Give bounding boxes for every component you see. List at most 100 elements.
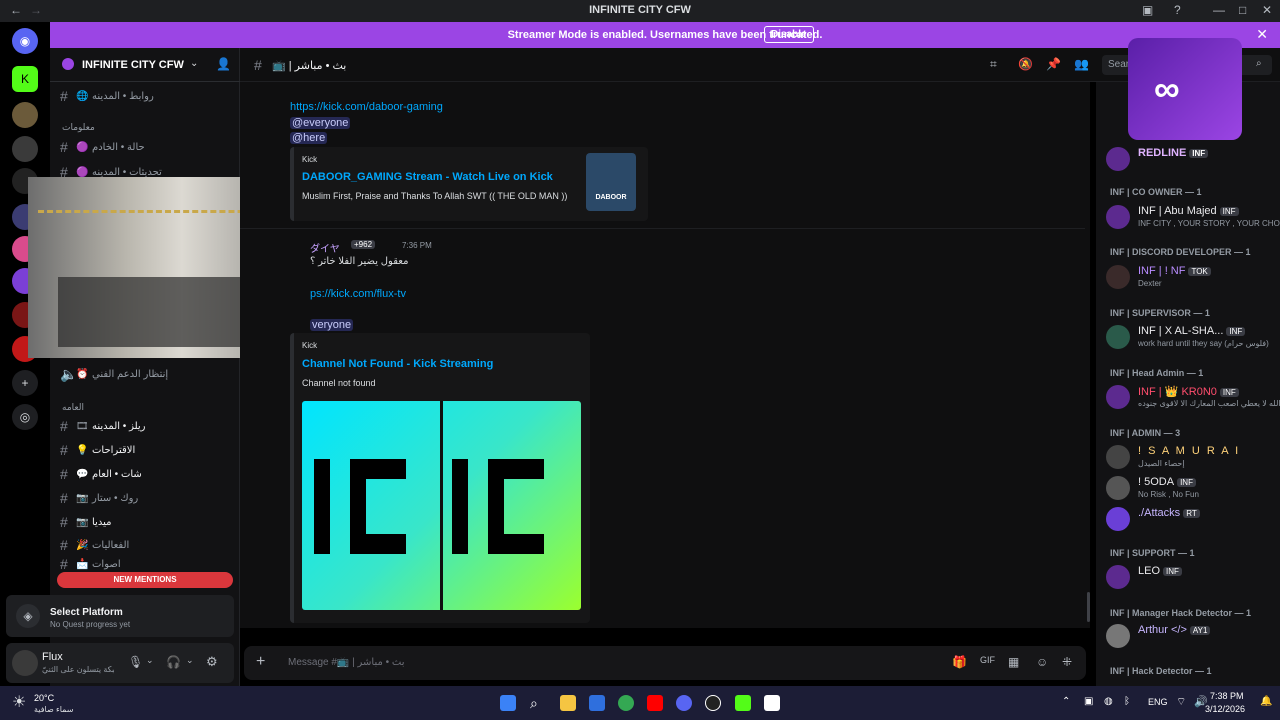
invite-icon[interactable]: 👤 xyxy=(216,57,231,71)
server-icon-2[interactable] xyxy=(12,102,38,128)
file-explorer-icon[interactable] xyxy=(560,695,576,711)
clock-time[interactable]: 7:38 PM xyxy=(1210,691,1244,701)
notepad-icon[interactable] xyxy=(764,695,780,711)
mention-here[interactable]: @here xyxy=(290,130,328,144)
headphones-icon[interactable]: 🎧 xyxy=(166,655,181,669)
message-author[interactable]: ダイヤ xyxy=(310,240,340,255)
message-composer[interactable]: + Message #📺 | بث • مباشر 🎁 GIF ▦ ☺ ⁜ xyxy=(244,646,1086,680)
kick-logo-image[interactable] xyxy=(302,401,581,610)
steam-icon[interactable]: ◍ xyxy=(1104,696,1113,707)
member-row[interactable]: INF | Abu Majed INF INF CITY , YOUR STORY… xyxy=(1104,202,1280,232)
category-general[interactable]: العامه xyxy=(62,402,84,413)
scrollbar[interactable] xyxy=(1087,592,1090,622)
party-icon: 🎉 xyxy=(76,539,89,551)
bluetooth-icon[interactable]: ᛒ xyxy=(1124,696,1130,707)
server-icon xyxy=(62,58,74,70)
member-row[interactable]: ! S A M U R A I إحصاء الصيدل xyxy=(1104,442,1276,472)
channel-server-status[interactable]: # 🟣 حالة • الخادم xyxy=(60,137,230,157)
channel-rockstar[interactable]: # 📷 روك • ستار xyxy=(60,488,230,508)
channel-reels[interactable]: # 🎞 ريلز • المدينه xyxy=(60,416,230,436)
youtube-icon[interactable] xyxy=(647,695,663,711)
link-text: ps://kick.com/flux-tv xyxy=(310,288,406,300)
threads-icon[interactable]: ⌗ xyxy=(990,57,997,72)
member-list-icon[interactable]: 👥 xyxy=(1074,57,1089,71)
inbox-icon[interactable]: ▣ xyxy=(1142,3,1153,17)
member-name: ./Attacks RT xyxy=(1138,507,1200,519)
pin-icon[interactable]: 📌 xyxy=(1046,57,1061,71)
server-icon-3[interactable] xyxy=(12,136,38,162)
chevron-down-icon[interactable]: ⌄ xyxy=(186,655,194,666)
apps-icon[interactable]: ⁜ xyxy=(1062,655,1072,669)
language-indicator[interactable]: ENG xyxy=(1148,697,1168,707)
obs-icon[interactable] xyxy=(705,695,721,711)
chevron-up-icon[interactable]: ⌃ xyxy=(1062,696,1070,707)
start-icon[interactable] xyxy=(500,695,516,711)
quest-panel[interactable]: ◈ Select Platform No Quest progress yet xyxy=(6,595,234,637)
member-row[interactable]: ./Attacks RT xyxy=(1104,504,1276,534)
chevron-down-icon[interactable]: ⌄ xyxy=(146,655,154,666)
channel-votes[interactable]: # 📩 اصوات xyxy=(60,558,230,570)
member-row[interactable]: INF | 👑 KR0N0 INF ان الله لا يعطي اصعب ال… xyxy=(1104,382,1280,412)
store-icon[interactable] xyxy=(589,695,605,711)
hash-icon: # xyxy=(60,442,68,458)
avatar[interactable] xyxy=(12,650,38,676)
disable-button[interactable]: Disable xyxy=(764,26,814,43)
mic-icon[interactable]: 🎙 xyxy=(128,655,143,669)
hash-icon: # xyxy=(60,466,68,482)
message-link[interactable]: ps://kick.com/flux-tv xyxy=(310,286,406,300)
member-row[interactable]: INF | X AL-SHA... INF work hard until the… xyxy=(1104,322,1276,352)
member-row[interactable]: REDLINE INF xyxy=(1104,144,1276,174)
discord-taskbar-icon[interactable] xyxy=(676,695,692,711)
add-attachment-icon[interactable]: + xyxy=(256,653,265,671)
camera-icon: 📷 xyxy=(76,516,89,528)
maximize-icon[interactable]: □ xyxy=(1239,3,1246,17)
alarm-icon: ⏰ xyxy=(76,368,89,380)
channel-links[interactable]: # 🌐 روابط • المدينه xyxy=(60,86,230,106)
gift-icon[interactable]: 🎁 xyxy=(952,655,967,669)
server-kick-icon[interactable]: K xyxy=(12,66,38,92)
channel-support-wait[interactable]: 🔈 ⏰ إنتظار الدعم الفني xyxy=(60,364,230,384)
clock-date[interactable]: 3/12/2026 xyxy=(1205,704,1245,714)
new-mentions-pill[interactable]: NEW MENTIONS xyxy=(57,572,233,588)
channel-events[interactable]: # 🎉 الفعاليات xyxy=(60,535,230,555)
member-row[interactable]: LEO INF xyxy=(1104,562,1276,592)
embed-title[interactable]: DABOOR_GAMING Stream - Watch Live on Kic… xyxy=(302,171,553,183)
gif-icon[interactable]: GIF xyxy=(980,655,995,665)
channel-label: الاقتراحات xyxy=(92,444,136,456)
notification-icon[interactable]: 🔔 xyxy=(1260,696,1272,707)
member-row[interactable]: Arthur </> AY1 xyxy=(1104,621,1276,651)
category-info[interactable]: معلومات xyxy=(62,122,95,133)
embed-title[interactable]: Channel Not Found - Kick Streaming xyxy=(302,358,493,370)
emoji-icon[interactable]: ☺ xyxy=(1036,655,1048,669)
message-link[interactable]: https://kick.com/daboor-gaming xyxy=(290,99,443,113)
mention-everyone[interactable]: @everyone xyxy=(290,115,351,129)
member-name: ! 5ODA INF xyxy=(1138,476,1196,488)
tray-icon[interactable]: ▣ xyxy=(1084,696,1093,707)
mute-icon[interactable]: 🔕 xyxy=(1018,57,1033,71)
chevron-down-icon[interactable]: ⌄ xyxy=(190,58,198,69)
add-server-icon[interactable]: + xyxy=(12,370,38,396)
help-icon[interactable]: ? xyxy=(1174,3,1181,17)
member-status: No Risk , No Fun xyxy=(1138,490,1199,499)
channel-general-chat[interactable]: # 💬 شات • العام xyxy=(60,464,230,484)
channel-suggestions[interactable]: # 💡 الاقتراحات xyxy=(60,440,230,460)
member-row[interactable]: ! 5ODA INF No Risk , No Fun xyxy=(1104,473,1276,503)
kick-taskbar-icon[interactable] xyxy=(735,695,751,711)
channel-media[interactable]: # 📷 ميديا xyxy=(60,512,230,532)
member-row[interactable]: INF | ! NF TOK Dexter xyxy=(1104,262,1276,292)
weather-temp: 20°C xyxy=(34,693,55,703)
gear-icon[interactable]: ⚙ xyxy=(206,654,218,670)
discord-home-icon[interactable]: ◉ xyxy=(12,28,38,54)
mention-everyone[interactable]: veryone xyxy=(310,317,354,331)
close-window-icon[interactable]: ✕ xyxy=(1262,3,1272,17)
minimize-icon[interactable]: — xyxy=(1213,3,1225,17)
sticker-icon[interactable]: ▦ xyxy=(1008,655,1019,669)
server-header[interactable]: INFINITE CITY CFW ⌄ 👤 xyxy=(50,48,240,82)
member-name-text: INF | Abu Majed xyxy=(1138,205,1217,217)
wifi-icon[interactable]: ⌔ xyxy=(1176,695,1186,709)
weather-icon[interactable]: ☀ xyxy=(12,692,26,712)
discover-icon[interactable]: ◎ xyxy=(12,404,38,430)
banner-close-icon[interactable]: ✕ xyxy=(1256,26,1268,43)
search-icon[interactable]: ⌕ xyxy=(530,695,546,711)
chrome-icon[interactable] xyxy=(618,695,634,711)
